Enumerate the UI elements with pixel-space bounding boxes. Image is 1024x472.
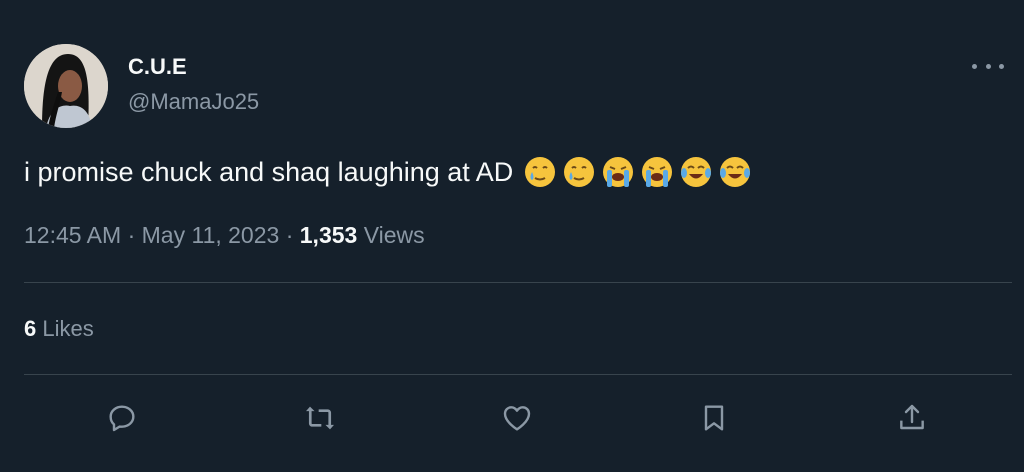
author-name[interactable]: C.U.E [128,54,187,80]
tweet-detail: C.U.E @MamaJo25 i promise chuck and shaq… [0,0,1024,472]
face-holding-back-tears-icon [564,157,595,187]
loudly-crying-face-icon [642,157,673,187]
share-icon [900,404,924,430]
divider [24,374,1012,375]
like-icon [503,406,531,431]
retweet-button[interactable] [300,396,340,440]
avatar-image [24,44,108,128]
author-handle[interactable]: @MamaJo25 [128,89,259,115]
tweet-time[interactable]: 12:45 AM [24,222,121,248]
face-with-tears-of-joy-icon [681,157,712,187]
emoji-group [523,155,752,189]
bookmark-icon [704,405,724,431]
face-with-tears-of-joy-icon [720,157,751,187]
like-button[interactable] [497,396,537,440]
reply-button[interactable] [102,396,142,440]
avatar[interactable] [24,44,108,128]
views-label: Views [363,222,425,248]
views-count: 1,353 [299,222,358,248]
divider [24,282,1012,283]
separator: · [285,222,294,248]
dot [985,63,991,69]
action-bar [0,396,1024,440]
share-button[interactable] [892,396,932,440]
dot [999,63,1004,69]
more-options-icon[interactable] [972,56,1004,76]
tweet-text: i promise chuck and shaq laughing at AD [24,156,514,187]
dot [972,63,977,69]
retweet-icon [306,406,334,430]
tweet-text-row: i promise chuck and shaq laughing at AD [24,155,752,189]
likes-link[interactable]: 6 Likes [24,316,94,342]
loudly-crying-face-icon [603,157,634,187]
tweet-metadata: 12:45 AM · May 11, 2023 · 1,353 Views [24,222,425,249]
bookmark-button[interactable] [694,396,734,440]
separator: · [127,222,136,248]
tweet-date[interactable]: May 11, 2023 [142,222,280,248]
likes-count: 6 [24,316,37,341]
reply-icon [109,405,135,432]
face-holding-back-tears-icon [525,157,556,187]
likes-label: Likes [42,316,94,341]
